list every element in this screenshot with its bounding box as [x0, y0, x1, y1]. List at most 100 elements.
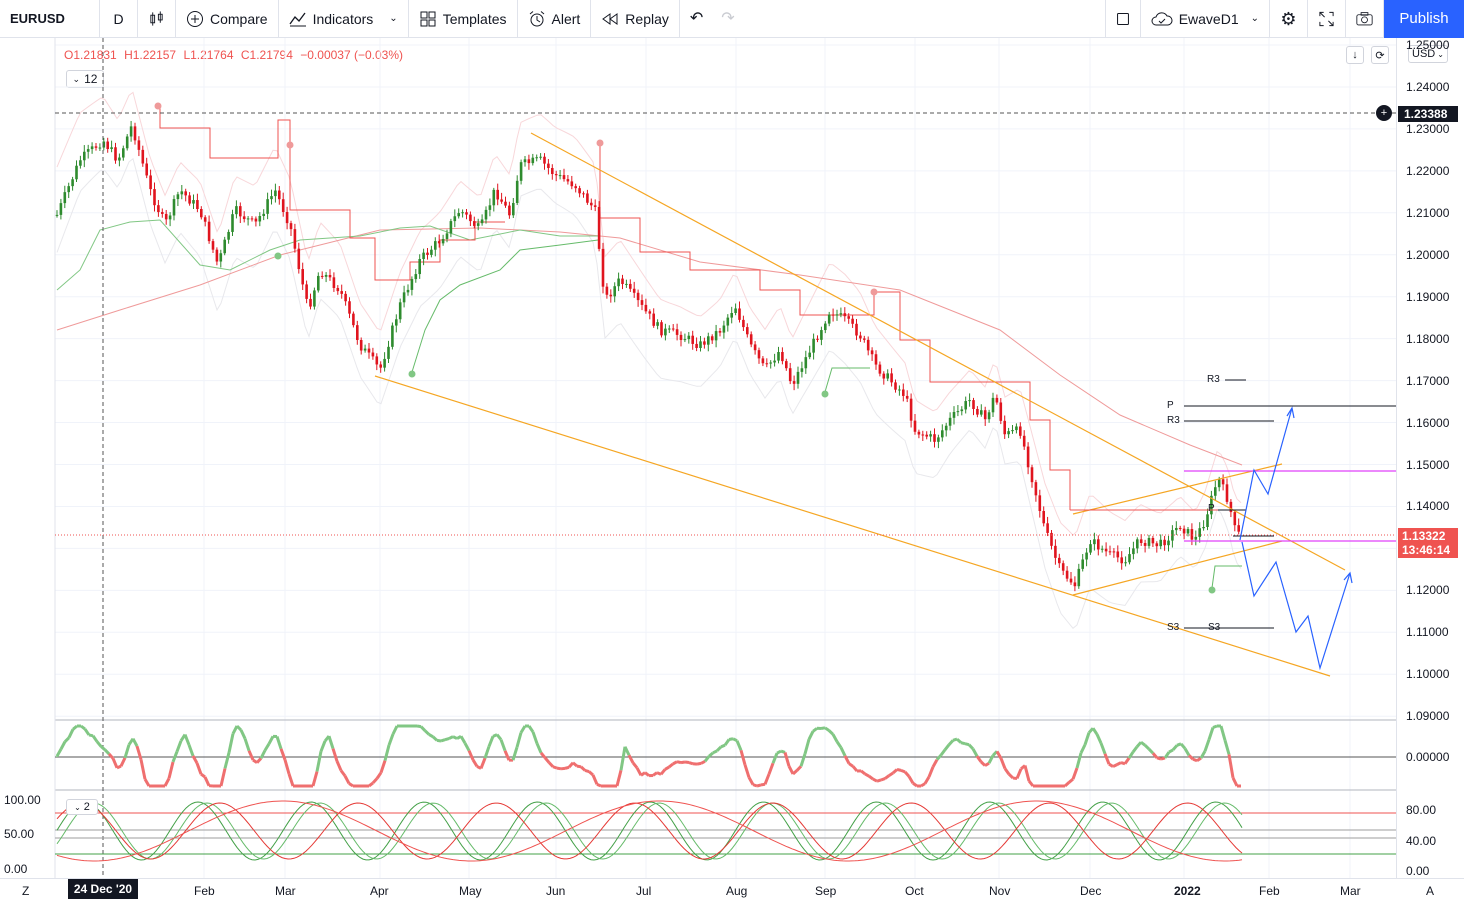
osc1-segment: [243, 738, 251, 752]
osc1-segment: [452, 735, 458, 740]
symbol-search-button[interactable]: EURUSD: [0, 0, 100, 38]
layout-button[interactable]: EwaveD1 ⌄: [1141, 0, 1270, 38]
candle-body: [356, 325, 359, 340]
candle-body: [422, 252, 425, 260]
oscillator-collapse-toggle[interactable]: ⌄ 2: [66, 799, 98, 815]
candle-body: [691, 335, 694, 344]
osc1-segment: [287, 773, 295, 787]
osc1-segment: [315, 750, 323, 772]
candle-body: [562, 175, 566, 180]
projection-down-path[interactable]: [1241, 541, 1351, 671]
candle-body: [426, 252, 429, 255]
candle-body: [757, 350, 761, 359]
osc1-segment: [59, 740, 67, 750]
osc1-segment: [72, 724, 78, 731]
snapshot-button[interactable]: [1346, 0, 1384, 38]
candle-body: [894, 382, 897, 390]
time-label: Nov: [989, 884, 1011, 898]
indicators-button[interactable]: Indicators ⌄: [279, 0, 409, 38]
price-label: 1.18000: [1406, 331, 1450, 346]
candle-body: [753, 344, 757, 351]
candle-body: [1112, 551, 1116, 553]
candle-body: [200, 209, 203, 218]
osc1-segment: [923, 776, 931, 785]
templates-label: Templates: [442, 10, 507, 27]
candle-body: [617, 278, 620, 287]
alert-button[interactable]: Alert: [518, 0, 592, 38]
osc1-segment: [111, 757, 119, 769]
templates-button[interactable]: Templates: [409, 0, 518, 38]
osc1-segment: [55, 748, 63, 757]
osc1-segment: [860, 769, 866, 776]
candle-body: [239, 206, 242, 217]
osc1-segment: [1116, 761, 1122, 766]
candle-body: [340, 291, 343, 294]
candle-body: [983, 410, 987, 420]
osc1-segment: [483, 745, 491, 759]
undo-icon[interactable]: ↶: [690, 10, 703, 27]
chart-type-button[interactable]: [138, 0, 176, 38]
candle-body: [145, 163, 148, 176]
candle-body: [866, 339, 870, 351]
candle-body: [164, 213, 168, 220]
settings-button[interactable]: ⚙: [1270, 0, 1308, 38]
candle-body: [434, 241, 437, 250]
osc1-segment: [868, 774, 874, 781]
candle-body: [804, 357, 808, 369]
candle-body: [941, 430, 944, 438]
osc1-segment: [487, 735, 495, 747]
candle-body: [625, 283, 628, 285]
osc1-segment: [760, 782, 766, 787]
candle-body: [281, 199, 285, 213]
osc1-segment: [239, 729, 247, 740]
osc1-segment: [423, 729, 431, 736]
wedge-lower-line[interactable]: [1072, 540, 1283, 596]
projection-up-path[interactable]: [1239, 407, 1293, 541]
candle-body: [172, 199, 176, 216]
osc1-segment: [1203, 739, 1211, 752]
time-label: Mar: [275, 884, 296, 898]
replay-button[interactable]: Replay: [591, 0, 680, 38]
compare-button[interactable]: Compare: [176, 0, 279, 38]
candle-body: [231, 214, 234, 232]
auto-scale-button[interactable]: ⟳: [1371, 46, 1389, 64]
candle-body: [211, 241, 215, 250]
osc1-segment: [824, 726, 830, 732]
time-axis-left-button[interactable]: Z: [22, 884, 29, 898]
candle-body: [1015, 426, 1018, 431]
osc1-segment: [880, 777, 886, 782]
candle-body: [519, 162, 523, 181]
osc1-segment: [631, 761, 639, 769]
upper-trendline[interactable]: [530, 132, 1346, 571]
osc1-segment: [527, 725, 535, 733]
candle-body: [660, 322, 663, 336]
interval-button[interactable]: D: [100, 0, 138, 38]
candle-body: [391, 325, 394, 347]
candle-body: [952, 411, 956, 418]
osc1-segment: [827, 729, 835, 736]
candle-body: [948, 417, 952, 426]
time-label: Aug: [726, 884, 748, 898]
osc1-segment: [999, 757, 1007, 770]
candle-body: [266, 199, 269, 214]
osc1-segment: [535, 742, 543, 754]
osc-left-label-0: 0.00: [4, 862, 28, 876]
fullscreen-button[interactable]: [1308, 0, 1346, 38]
osc1-segment: [696, 761, 702, 766]
redo-icon[interactable]: ↷: [721, 10, 734, 27]
add-crosshair-button[interactable]: +: [1376, 105, 1392, 121]
select-mode-button[interactable]: [1104, 0, 1141, 38]
scroll-down-button[interactable]: ↓: [1346, 46, 1364, 64]
osc1-segment: [1223, 739, 1231, 755]
candle-body: [644, 304, 648, 312]
osc1-segment: [927, 766, 935, 778]
time-axis-right-button[interactable]: A: [1426, 884, 1434, 898]
candle-body: [1221, 479, 1225, 485]
candle-body: [527, 159, 531, 164]
candle-body: [1003, 420, 1006, 435]
osc1-segment: [267, 735, 275, 745]
osc1-segment: [579, 765, 587, 772]
publish-button[interactable]: Publish: [1384, 0, 1464, 38]
price-chart[interactable]: [0, 38, 1396, 878]
osc1-segment: [556, 766, 562, 771]
